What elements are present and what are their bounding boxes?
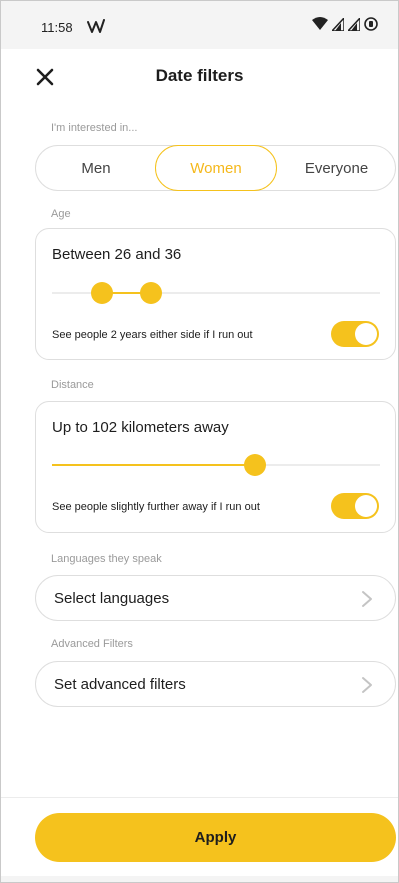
battery-saver-icon [364, 17, 378, 31]
interest-selector: Men Women Everyone [35, 145, 396, 191]
distance-slider-fill [52, 464, 255, 466]
option-everyone[interactable]: Everyone [276, 145, 397, 191]
distance-card: Up to 102 kilometers away See people sli… [35, 401, 396, 533]
age-expand-toggle[interactable] [331, 321, 379, 347]
apply-button[interactable]: Apply [35, 813, 396, 862]
interest-label: I'm interested in... [51, 122, 138, 134]
signal-icon [332, 17, 344, 31]
header: Date filters [1, 49, 398, 104]
toggle-knob [355, 323, 377, 345]
age-card: Between 26 and 36 See people 2 years eit… [35, 228, 396, 360]
set-advanced-filters-button[interactable]: Set advanced filters [35, 661, 396, 707]
select-languages-label: Select languages [54, 590, 170, 607]
age-max-thumb[interactable] [140, 282, 162, 304]
activity-wave-icon [87, 19, 105, 33]
advanced-label: Advanced Filters [51, 638, 133, 650]
navigation-bar [1, 876, 398, 882]
status-time: 11:58 [41, 20, 73, 35]
wifi-icon [312, 17, 328, 30]
age-toggle-label: See people 2 years either side if I run … [52, 329, 253, 341]
distance-expand-toggle[interactable] [331, 493, 379, 519]
distance-text: Up to 102 kilometers away [52, 419, 229, 436]
option-men[interactable]: Men [36, 145, 156, 191]
status-bar: 11:58 [1, 1, 398, 49]
languages-label: Languages they speak [51, 553, 162, 565]
toggle-knob [355, 495, 377, 517]
footer-divider [1, 797, 398, 798]
age-range-text: Between 26 and 36 [52, 246, 182, 263]
chevron-right-icon [362, 591, 372, 607]
page-title: Date filters [155, 66, 244, 85]
set-advanced-filters-label: Set advanced filters [54, 676, 186, 693]
signal-icon [348, 17, 360, 31]
distance-label: Distance [51, 379, 94, 391]
select-languages-button[interactable]: Select languages [35, 575, 396, 621]
status-icons [312, 17, 378, 31]
option-women[interactable]: Women [155, 145, 277, 191]
distance-thumb[interactable] [244, 454, 266, 476]
age-min-thumb[interactable] [91, 282, 113, 304]
distance-toggle-label: See people slightly further away if I ru… [52, 501, 260, 513]
chevron-right-icon [362, 677, 372, 693]
screen: 11:58 Date filters I'm interested in... … [0, 0, 399, 883]
age-label: Age [51, 208, 71, 220]
